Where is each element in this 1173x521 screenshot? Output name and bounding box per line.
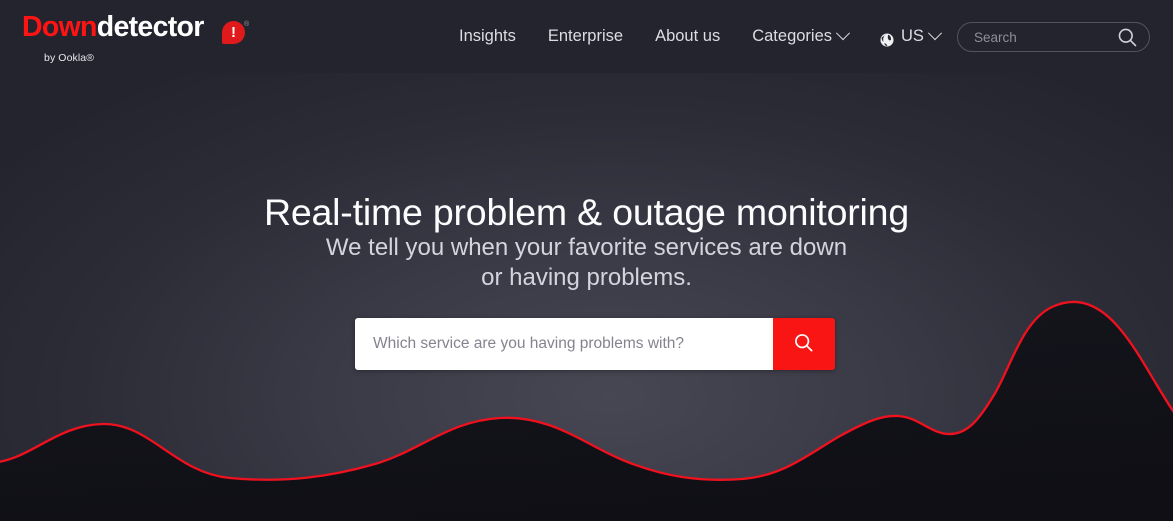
- site-logo[interactable]: Downdetector ! ® by Ookla®: [22, 12, 249, 64]
- site-header: Downdetector ! ® by Ookla® Insights Ente…: [0, 0, 1173, 73]
- page-subtitle: We tell you when your favorite services …: [0, 233, 1173, 293]
- subtitle-line-2: or having problems.: [481, 264, 692, 291]
- service-search-button[interactable]: [773, 318, 835, 370]
- service-search-box[interactable]: [355, 318, 835, 370]
- subtitle-line-1: We tell you when your favorite services …: [325, 234, 848, 261]
- nav-item-label: Enterprise: [547, 27, 624, 45]
- nav-item-insights[interactable]: Insights: [443, 23, 532, 49]
- outage-wave-graphic: [0, 73, 1173, 521]
- header-search-box[interactable]: [957, 22, 1150, 52]
- service-search-input[interactable]: [355, 318, 773, 370]
- exclamation-mark: !: [231, 23, 236, 41]
- header-search-input[interactable]: [974, 27, 1104, 47]
- downdetector-homepage: Downdetector ! ® by Ookla® Insights Ente…: [0, 0, 1173, 521]
- logo-wordmark: Downdetector: [22, 12, 237, 42]
- page-title: Real-time problem & outage monitoring: [263, 191, 909, 234]
- search-icon: [793, 332, 815, 357]
- logo-word-down: Down: [22, 11, 97, 43]
- globe-icon: [880, 29, 894, 47]
- logo-word-detector: detector: [96, 11, 205, 43]
- alert-badge-icon: !: [222, 21, 245, 44]
- main-navigation: Insights Enterprise About us Categories: [443, 23, 956, 49]
- nav-item-country-selector[interactable]: US: [864, 23, 956, 49]
- nav-item-label: US: [901, 27, 924, 45]
- nav-item-categories[interactable]: Categories: [736, 23, 864, 49]
- search-icon[interactable]: [1117, 27, 1138, 48]
- nav-item-label: About us: [655, 27, 721, 45]
- registered-trademark-mark: ®: [244, 21, 250, 28]
- chevron-down-icon: [927, 26, 943, 41]
- chevron-down-icon: [835, 26, 851, 41]
- nav-item-label: Insights: [459, 27, 516, 45]
- logo-tagline: by Ookla®: [44, 52, 95, 64]
- nav-item-label: Categories: [752, 27, 833, 45]
- nav-item-enterprise[interactable]: Enterprise: [532, 23, 639, 49]
- nav-item-about-us[interactable]: About us: [639, 23, 736, 49]
